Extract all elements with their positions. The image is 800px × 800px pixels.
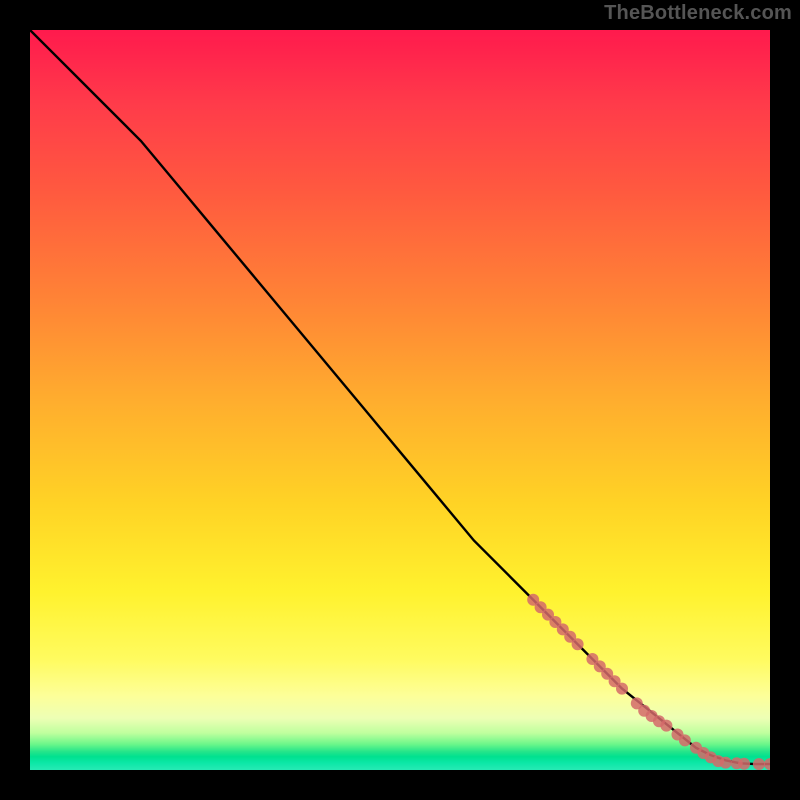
data-marker: [764, 758, 770, 770]
chart-svg: [30, 30, 770, 770]
curve-line: [30, 30, 770, 764]
plot-area: [30, 30, 770, 770]
data-marker: [753, 758, 765, 770]
data-marker: [660, 720, 672, 732]
data-marker: [616, 683, 628, 695]
data-marker: [572, 638, 584, 650]
data-marker: [738, 758, 750, 770]
watermark-label: TheBottleneck.com: [604, 2, 792, 25]
data-marker: [679, 734, 691, 746]
curve-markers: [527, 594, 770, 770]
data-marker: [720, 757, 732, 769]
chart-frame: TheBottleneck.com: [0, 0, 800, 800]
